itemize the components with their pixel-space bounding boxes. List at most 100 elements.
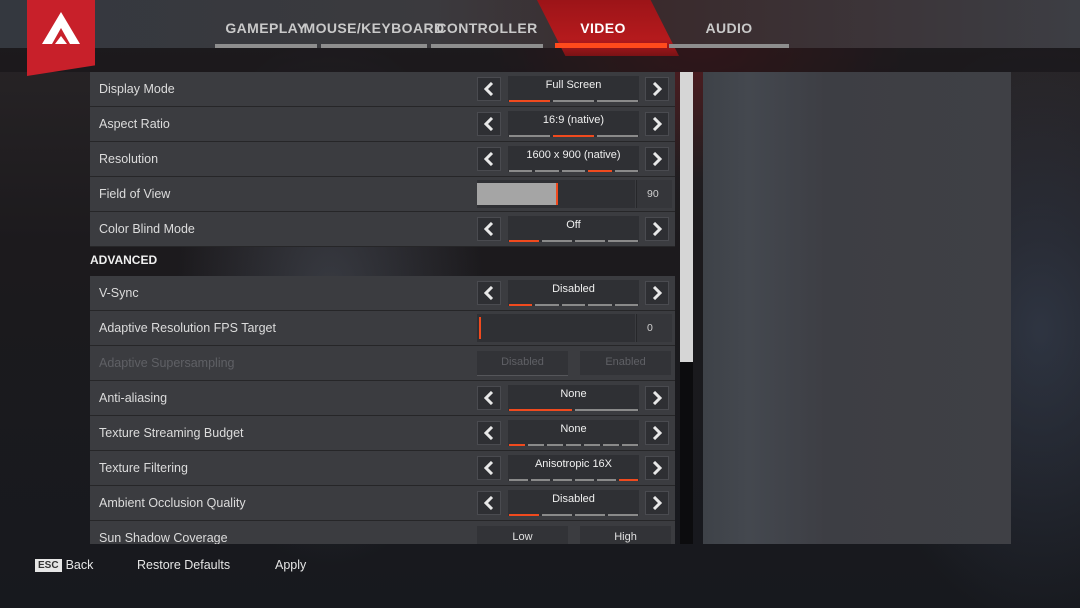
prev-option-button[interactable] [477,217,501,241]
next-option-button[interactable] [645,217,669,241]
setting-label: Aspect Ratio [99,117,170,131]
slider-handle[interactable] [479,317,481,339]
selected-value: None [560,388,587,400]
option-segment [619,479,638,481]
fov-slider[interactable] [477,180,635,208]
tab-mouse-keyboard[interactable]: MOUSE/KEYBOARD [304,0,444,48]
prev-option-button[interactable] [477,386,501,410]
setting-label: Ambient Occlusion Quality [99,496,246,510]
setting-vsync: V-Sync Disabled [90,276,675,311]
prev-option-button[interactable] [477,456,501,480]
setting-label: Adaptive Supersampling [99,356,235,370]
chevron-right-icon [652,222,662,236]
back-button[interactable]: ESC Back [35,558,93,572]
chevron-left-icon [484,496,494,510]
prev-option-button[interactable] [477,491,501,515]
chevron-left-icon [484,117,494,131]
apex-logo-icon [42,12,80,44]
scrollbar-thumb[interactable] [680,72,693,362]
advanced-section-header: ADVANCED [90,247,675,277]
option-indicator [509,304,639,306]
option-segment [509,304,533,306]
option-selector[interactable]: None [508,420,639,446]
setting-color-blind-mode: Color Blind Mode Off [90,212,675,247]
option-selector[interactable]: Off [508,216,639,242]
slider-value: 0 [636,314,672,342]
selected-value: Off [566,219,581,231]
option-disabled-button: Disabled [477,351,568,376]
tab-audio[interactable]: AUDIO [669,0,789,48]
option-segment [535,304,559,306]
next-option-button[interactable] [645,491,669,515]
tab-gameplay[interactable]: GAMEPLAY [215,0,317,48]
option-selector[interactable]: 1600 x 900 (native) [508,146,639,172]
fps-target-slider[interactable] [477,314,635,342]
tab-controller[interactable]: CONTROLLER [431,0,543,48]
setting-texture-filtering: Texture Filtering Anisotropic 16X [90,451,675,486]
next-option-button[interactable] [645,77,669,101]
setting-label: Texture Streaming Budget [99,426,244,440]
chevron-left-icon [484,391,494,405]
option-segment [588,304,612,306]
option-low-button[interactable]: Low [477,526,568,544]
option-segment [597,479,616,481]
next-option-button[interactable] [645,112,669,136]
chevron-left-icon [484,82,494,96]
next-option-button[interactable] [645,386,669,410]
option-segment [546,444,563,446]
setting-label: Field of View [99,187,171,201]
next-option-button[interactable] [645,281,669,305]
setting-label: Anti-aliasing [99,391,168,405]
option-segment [542,514,572,516]
settings-scrollbar[interactable] [680,72,693,544]
option-segment [608,240,638,242]
apex-logo [27,0,95,76]
option-segment [608,514,638,516]
option-indicator [509,240,638,242]
option-selector[interactable]: 16:9 (native) [508,111,639,137]
tab-video[interactable]: VIDEO [537,0,679,56]
option-segment [527,444,544,446]
restore-defaults-button[interactable]: Restore Defaults [137,558,230,572]
chevron-right-icon [652,391,662,405]
prev-option-button[interactable] [477,281,501,305]
option-segment [535,170,559,172]
setting-label: Color Blind Mode [99,222,195,236]
chevron-right-icon [652,461,662,475]
selected-value: Anisotropic 16X [534,458,613,470]
setting-aspect-ratio: Aspect Ratio 16:9 (native) [90,107,675,142]
video-settings-list: Display Mode Full Screen Aspect Ratio 16… [90,72,675,544]
option-indicator [509,135,638,137]
next-option-button[interactable] [645,456,669,480]
prev-option-button[interactable] [477,147,501,171]
option-selector[interactable]: None [508,385,639,411]
option-selector[interactable]: Full Screen [508,76,639,102]
option-segment [597,100,638,102]
option-indicator [509,409,638,411]
setting-adaptive-supersampling: Adaptive Supersampling Disabled Enabled [90,346,675,381]
setting-label: Sun Shadow Coverage [99,531,228,544]
option-segment [575,514,605,516]
option-segment [553,100,594,102]
prev-option-button[interactable] [477,112,501,136]
chevron-left-icon [484,461,494,475]
prev-option-button[interactable] [477,421,501,445]
back-label: Back [65,558,94,572]
option-selector[interactable]: Disabled [508,280,639,306]
option-enabled-button: Enabled [580,351,671,375]
slider-handle[interactable] [556,183,558,205]
next-option-button[interactable] [645,147,669,171]
setting-display-mode: Display Mode Full Screen [90,72,675,107]
prev-option-button[interactable] [477,77,501,101]
option-high-button[interactable]: High [580,526,671,544]
option-segment [509,479,528,481]
chevron-right-icon [652,82,662,96]
option-segment [622,444,639,446]
apply-button[interactable]: Apply [275,558,306,572]
option-segment [509,240,539,242]
option-segment [553,479,572,481]
chevron-left-icon [484,152,494,166]
option-selector[interactable]: Disabled [508,490,639,516]
option-selector[interactable]: Anisotropic 16X [508,455,639,481]
next-option-button[interactable] [645,421,669,445]
